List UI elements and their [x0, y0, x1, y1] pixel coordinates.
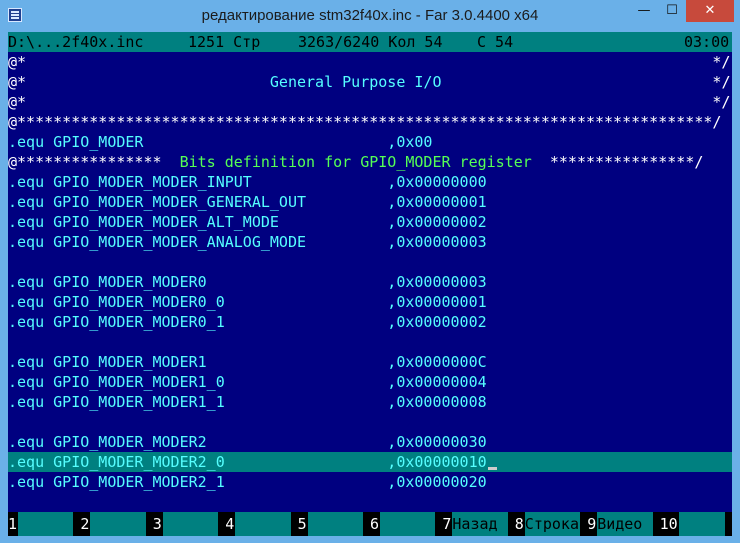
- fkey-9[interactable]: 9 Видео: [587, 512, 659, 536]
- status-clock: 03:00: [684, 33, 730, 51]
- fkey-label: [235, 512, 291, 536]
- fkey-label: [18, 512, 74, 536]
- fkey-8[interactable]: 8 Строка: [514, 512, 587, 536]
- editor-line: .equ GPIO_MODER_MODER2_1 ,0x00000020: [8, 473, 487, 491]
- fkey-label: Видео: [597, 512, 653, 536]
- editor-status-bar: D:\...2f40x.inc 1251 Стр 3263/6240 Кол 5…: [8, 32, 732, 52]
- comment-highlight: Bits definition for GPIO_MODER register: [179, 153, 532, 171]
- editor-line: .equ GPIO_MODER ,0x00: [8, 133, 433, 151]
- console-area: D:\...2f40x.inc 1251 Стр 3263/6240 Кол 5…: [8, 32, 732, 536]
- editor-line: .equ GPIO_MODER_MODER0_1 ,0x00000002: [8, 313, 487, 331]
- editor-line: .equ GPIO_MODER_MODER_GENERAL_OUT ,0x000…: [8, 193, 487, 211]
- fkey-number: 6: [370, 512, 380, 536]
- editor-line: .equ GPIO_MODER_MODER0_0 ,0x00000001: [8, 293, 487, 311]
- editor-line: .equ GPIO_MODER_MODER2 ,0x00000030: [8, 433, 487, 451]
- status-char-code: С 54: [477, 33, 514, 51]
- editor-line: @* */: [8, 53, 731, 71]
- fkey-label: [307, 512, 363, 536]
- fkey-number: 4: [225, 512, 236, 536]
- editor-line: .equ GPIO_MODER_MODER_ALT_MODE ,0x000000…: [8, 213, 487, 231]
- fkey-number: 9: [587, 512, 598, 536]
- editor-line: .equ GPIO_MODER_MODER0 ,0x00000003: [8, 273, 487, 291]
- fkey-number: 2: [80, 512, 91, 536]
- close-button[interactable]: ✕: [686, 0, 734, 22]
- editor-line: .equ GPIO_MODER_MODER_ANALOG_MODE ,0x000…: [8, 233, 487, 251]
- window-titlebar: редактирование stm32f40x.inc - Far 3.0.4…: [0, 0, 740, 32]
- fkey-number: 3: [152, 512, 163, 536]
- fkey-3[interactable]: 3: [152, 512, 225, 536]
- editor-line: .equ GPIO_MODER_MODER1_1 ,0x00000008: [8, 393, 487, 411]
- fkey-label: [162, 512, 219, 536]
- editor-line: @***************************************…: [8, 113, 722, 131]
- section-title: General Purpose I/O: [269, 73, 442, 91]
- comment-stars-right: ****************/: [531, 153, 704, 171]
- fkey-number: 7: [442, 512, 453, 536]
- fkey-7[interactable]: 7 Назад: [442, 512, 514, 536]
- fkey-2[interactable]: 2: [80, 512, 152, 536]
- status-position: 3263/6240 Кол 54: [298, 33, 443, 51]
- editor-line-current: .equ GPIO_MODER_MODER2_0 ,0x00000010: [8, 452, 732, 472]
- status-filename: D:\...2f40x.inc: [8, 33, 144, 51]
- fkey-label: [90, 512, 146, 536]
- text-cursor: [488, 467, 497, 470]
- window-title: редактирование stm32f40x.inc - Far 3.0.4…: [201, 7, 539, 24]
- fkey-number: 10: [659, 512, 679, 536]
- fkey-label: Строка: [524, 512, 581, 536]
- status-line-count: 1251 Стр: [188, 33, 261, 51]
- function-key-bar: 1 2 3 4 5 6 7 Назад 8 Строка 9 Видео 10: [8, 512, 732, 536]
- fkey-5[interactable]: 5: [297, 512, 370, 536]
- fkey-number: 8: [514, 512, 525, 536]
- comment-stars-left: @****************: [8, 153, 180, 171]
- editor-line: .equ GPIO_MODER_MODER_INPUT ,0x00000000: [8, 173, 487, 191]
- editor-line: @* General Purpose I/O */: [8, 73, 731, 91]
- fkey-label: Назад: [452, 512, 508, 536]
- minimize-button[interactable]: —: [630, 0, 658, 22]
- fkey-1[interactable]: 1: [8, 512, 80, 536]
- editor-line: .equ GPIO_MODER_MODER1 ,0x0000000C: [8, 353, 487, 371]
- editor-line: @* */: [8, 93, 731, 111]
- editor-line-bits-comment: @**************** Bits definition for GP…: [8, 152, 732, 172]
- fkey-6[interactable]: 6: [370, 512, 442, 536]
- fkey-4[interactable]: 4: [225, 512, 297, 536]
- editor-line: .equ GPIO_MODER_MODER1_0 ,0x00000004: [8, 373, 487, 391]
- fkey-10[interactable]: 10: [659, 512, 732, 536]
- fkey-label: [678, 512, 725, 536]
- maximize-button[interactable]: ☐: [658, 0, 686, 22]
- fkey-number: 1: [8, 512, 18, 536]
- editor-text-area[interactable]: @* */ @* General Purpose I/O */ @* */ @*…: [8, 52, 732, 512]
- fkey-number: 5: [297, 512, 308, 536]
- fkey-label: [380, 512, 436, 536]
